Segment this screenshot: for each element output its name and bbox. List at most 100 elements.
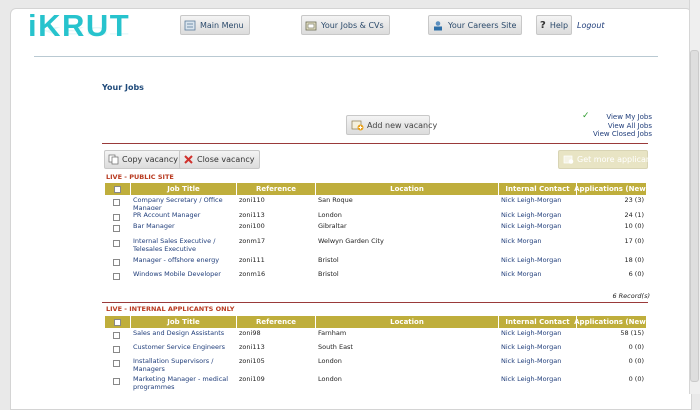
job-title-link[interactable]: PR Account Manager	[131, 212, 237, 221]
row-checkbox-cell[interactable]	[105, 197, 131, 210]
table-row[interactable]: Windows Mobile Developer zonm16 Bristol Nic…	[105, 271, 647, 283]
job-title-link[interactable]: Marketing Manager - medical programmes	[131, 376, 237, 393]
contact-link[interactable]: Nick Leigh-Morgan	[499, 257, 577, 269]
close-vacancy-button[interactable]: Close vacancy	[179, 150, 261, 169]
vertical-scrollbar[interactable]	[689, 0, 700, 394]
contact-link[interactable]: Nick Leigh-Morgan	[499, 197, 577, 210]
table-row[interactable]: Customer Service Engineers zoni113 South E…	[105, 344, 647, 356]
col-reference[interactable]: Reference	[237, 316, 316, 328]
contact-link[interactable]: Nick Leigh-Morgan	[499, 344, 577, 356]
job-title-link[interactable]: Installation Supervisors / Managers	[131, 358, 237, 374]
location-cell: Bristol	[318, 257, 339, 264]
row-checkbox-cell[interactable]	[105, 358, 131, 374]
row-checkbox[interactable]	[113, 360, 120, 367]
row-checkbox-cell[interactable]	[105, 344, 131, 356]
row-checkbox[interactable]	[113, 199, 120, 206]
applications-link[interactable]: 6 (0)	[577, 271, 647, 283]
logout-link[interactable]: Logout	[577, 21, 605, 30]
view-all-jobs-link[interactable]: View All Jobs	[593, 122, 652, 131]
job-title-link[interactable]: Windows Mobile Developer	[131, 271, 237, 283]
contact-link[interactable]: Nick Morgan	[499, 271, 577, 283]
contact-link[interactable]: Nick Leigh-Morgan	[499, 358, 577, 374]
table-row[interactable]: Company Secretary / Office Manager zoni11…	[105, 197, 647, 210]
row-checkbox-cell[interactable]	[105, 257, 131, 269]
row-checkbox[interactable]	[113, 240, 120, 247]
row-checkbox-cell[interactable]	[105, 212, 131, 221]
applications-link[interactable]: 0 (0)	[577, 344, 647, 356]
table-row[interactable]: PR Account Manager zoni113 London Nick Leig…	[105, 212, 647, 221]
location-cell: Welwyn Garden City	[318, 238, 384, 245]
help-button[interactable]: ? Help	[536, 15, 572, 35]
job-title-link[interactable]: Bar Manager	[131, 223, 237, 236]
jobs-cvs-button[interactable]: Your Jobs & CVs	[301, 15, 390, 35]
table-row[interactable]: Manager - offshore energy zoni111 Bristol N…	[105, 257, 647, 269]
select-all-header[interactable]	[105, 316, 131, 328]
row-checkbox[interactable]	[113, 273, 120, 280]
applications-link[interactable]: 0 (0)	[577, 358, 647, 374]
job-title-link[interactable]: Customer Service Engineers	[131, 344, 237, 356]
location-cell: Gibraltar	[318, 223, 347, 230]
contact-link[interactable]: Nick Morgan	[499, 238, 577, 255]
col-job-title[interactable]: Job Title	[131, 316, 237, 328]
table-row[interactable]: Sales and Design Assistants zoni98 Farnham…	[105, 330, 647, 342]
row-checkbox-cell[interactable]	[105, 376, 131, 393]
applications-link[interactable]: 24 (1)	[577, 212, 647, 221]
col-job-title[interactable]: Job Title	[131, 183, 237, 195]
reference-cell: zoni109	[239, 376, 265, 383]
view-closed-jobs-link[interactable]: View Closed Jobs	[593, 130, 652, 139]
reference-cell: zoni100	[239, 223, 265, 230]
scrollbar-thumb[interactable]	[690, 50, 699, 382]
job-title-link[interactable]: Company Secretary / Office Manager	[131, 197, 237, 210]
row-checkbox-cell[interactable]	[105, 223, 131, 236]
col-applications[interactable]: Applications (New)	[574, 183, 649, 195]
job-title-link[interactable]: Internal Sales Executive / Telesales Exe…	[131, 238, 237, 255]
row-checkbox[interactable]	[113, 214, 120, 221]
table-row[interactable]: Installation Supervisors / Managers zoni1…	[105, 358, 647, 374]
col-reference[interactable]: Reference	[237, 183, 316, 195]
col-applications[interactable]: Applications (New)	[574, 316, 649, 328]
section-label-public: LIVE - PUBLIC SITE	[106, 173, 174, 181]
contact-link[interactable]: Nick Leigh-Morgan	[499, 212, 577, 221]
applications-link[interactable]: 0 (0)	[577, 376, 647, 393]
select-all-header[interactable]	[105, 183, 131, 195]
add-vacancy-button[interactable]: Add new vacancy	[346, 115, 437, 135]
applications-link[interactable]: 18 (0)	[577, 257, 647, 269]
select-all-checkbox[interactable]	[114, 185, 121, 193]
contact-link[interactable]: Nick Leigh-Morgan	[499, 223, 577, 236]
applications-link[interactable]: 17 (0)	[577, 238, 647, 255]
checkmark-icon: ✓	[581, 111, 590, 121]
row-checkbox-cell[interactable]	[105, 271, 131, 283]
copy-vacancy-button[interactable]: Copy vacancy	[104, 150, 184, 169]
row-checkbox-cell[interactable]	[105, 330, 131, 342]
job-title-link[interactable]: Manager - offshore energy	[131, 257, 237, 269]
location-cell: London	[318, 376, 342, 383]
section-divider	[102, 302, 648, 303]
applications-link[interactable]: 58 (15)	[577, 330, 647, 342]
row-checkbox[interactable]	[113, 332, 120, 339]
select-all-checkbox[interactable]	[114, 318, 121, 326]
main-menu-button[interactable]: Main Menu	[180, 15, 250, 35]
row-checkbox[interactable]	[113, 259, 120, 266]
col-internal-contact[interactable]: Internal Contact	[499, 183, 577, 195]
contact-link[interactable]: Nick Leigh-Morgan	[499, 376, 577, 393]
logo-reflection: iKRUT	[28, 24, 131, 37]
col-location[interactable]: Location	[316, 316, 499, 328]
view-my-jobs-link[interactable]: ✓ View My Jobs	[582, 112, 652, 122]
row-checkbox[interactable]	[113, 225, 120, 232]
col-location[interactable]: Location	[316, 183, 499, 195]
contact-link[interactable]: Nick Leigh-Morgan	[499, 330, 577, 342]
table-row[interactable]: Marketing Manager - medical programmes zo…	[105, 376, 647, 393]
get-more-applicants-button[interactable]: Get more applicants	[558, 150, 658, 169]
get-more-label: Get more applicants	[577, 155, 659, 164]
row-checkbox[interactable]	[113, 346, 120, 353]
reference-cell: zoni113	[239, 212, 265, 219]
careers-site-button[interactable]: Your Careers Site	[428, 15, 523, 35]
applications-link[interactable]: 23 (3)	[577, 197, 647, 210]
row-checkbox-cell[interactable]	[105, 238, 131, 255]
col-internal-contact[interactable]: Internal Contact	[499, 316, 577, 328]
row-checkbox[interactable]	[113, 378, 120, 385]
applications-link[interactable]: 10 (0)	[577, 223, 647, 236]
job-title-link[interactable]: Sales and Design Assistants	[131, 330, 237, 342]
table-row[interactable]: Bar Manager zoni100 Gibraltar Nick Leigh-Mo…	[105, 223, 647, 236]
table-row[interactable]: Internal Sales Executive / Telesales Exe…	[105, 238, 647, 255]
